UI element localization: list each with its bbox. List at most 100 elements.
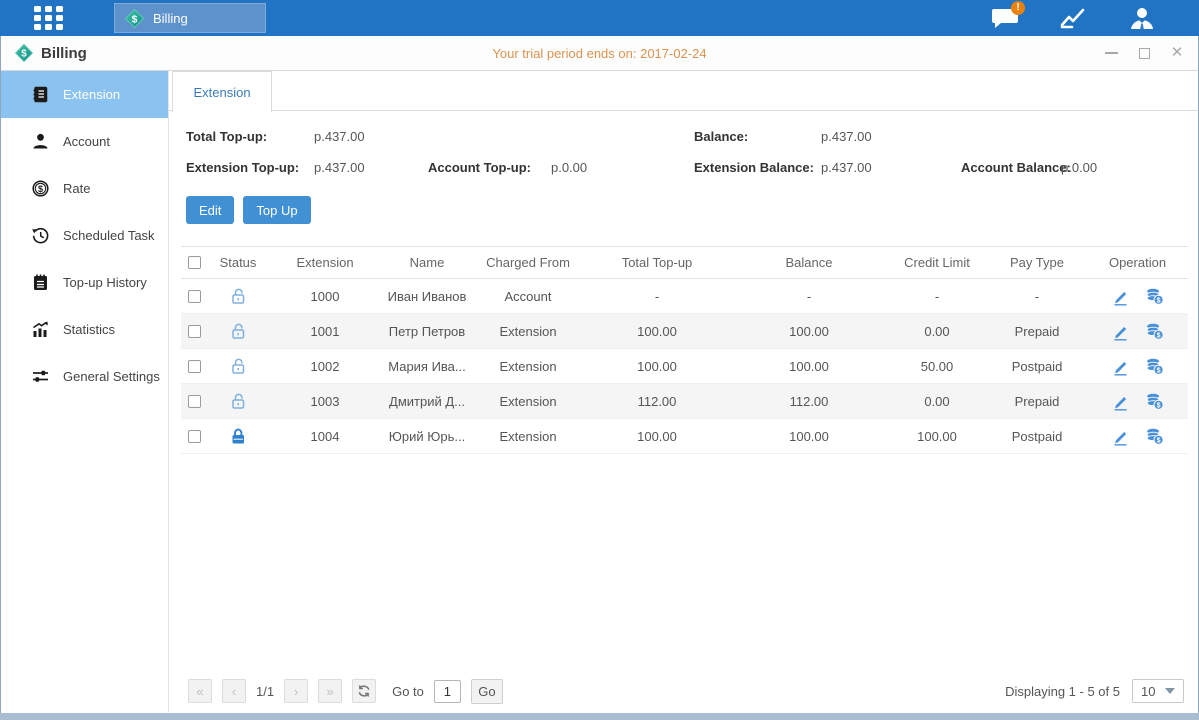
sidebar-item-rate[interactable]: $ Rate (1, 165, 168, 212)
lock-open-icon (229, 287, 247, 305)
tab-strip: Extension (169, 71, 1198, 111)
cell-total-topup: 100.00 (583, 429, 731, 444)
edit-pencil-icon[interactable] (1111, 287, 1130, 306)
sidebar-item-scheduled-task[interactable]: Scheduled Task (1, 212, 168, 259)
cell-charged-from: Extension (473, 324, 583, 339)
next-page-button[interactable]: › (284, 679, 308, 703)
svg-text:$: $ (21, 49, 27, 60)
cell-pay-type: - (987, 289, 1087, 304)
sidebar-item-extension[interactable]: Extension (1, 71, 168, 118)
cell-credit-limit: - (887, 289, 987, 304)
prev-page-button[interactable]: ‹ (222, 679, 246, 703)
extension-topup-label: Extension Top-up: (186, 160, 299, 175)
rate-coin-icon: $ (31, 179, 50, 198)
refresh-icon[interactable] (352, 679, 376, 703)
first-page-button[interactable]: « (188, 679, 212, 703)
lock-open-icon (229, 357, 247, 375)
scheduled-clock-icon (31, 226, 50, 245)
taskbar-right: ! (989, 5, 1159, 31)
cell-name: Юрий Юрь... (381, 429, 473, 444)
cell-pay-type: Postpaid (987, 429, 1087, 444)
edit-button[interactable]: Edit (186, 196, 234, 224)
column-header-credit-limit: Credit Limit (887, 255, 987, 270)
tab-extension-label: Extension (193, 85, 250, 100)
billing-app-icon: $ (125, 9, 144, 28)
cell-credit-limit: 50.00 (887, 359, 987, 374)
pagination: « ‹ 1/1 › » Go to Go (188, 678, 503, 704)
column-header-name: Name (381, 255, 473, 270)
go-button[interactable]: Go (471, 679, 503, 704)
topup-coins-icon[interactable]: $ (1145, 322, 1164, 341)
cell-total-topup: 100.00 (583, 324, 731, 339)
main-panel: Extension Total Top-up: p.437.00 Balance… (169, 71, 1198, 712)
close-button[interactable]: ✕ (1170, 46, 1184, 60)
cell-extension: 1004 (269, 429, 381, 444)
account-topup-label: Account Top-up: (428, 160, 531, 175)
minimize-button[interactable] (1104, 46, 1118, 60)
sidebar-item-label: Account (63, 134, 110, 149)
sidebar-item-general-settings[interactable]: General Settings (1, 353, 168, 400)
topup-coins-icon[interactable]: $ (1145, 392, 1164, 411)
row-checkbox[interactable] (188, 395, 201, 408)
select-all-checkbox[interactable] (188, 256, 201, 269)
window-titlebar: $ Billing Your trial period ends on: 201… (1, 36, 1198, 71)
row-checkbox[interactable] (188, 360, 201, 373)
row-checkbox[interactable] (188, 325, 201, 338)
page-size-select[interactable]: 10 (1132, 679, 1184, 703)
notifications-icon[interactable]: ! (989, 5, 1023, 31)
billing-window: $ Billing Your trial period ends on: 201… (0, 36, 1199, 713)
maximize-button[interactable] (1137, 46, 1151, 60)
cell-balance: - (731, 289, 887, 304)
column-header-balance: Balance (731, 255, 887, 270)
row-checkbox[interactable] (188, 290, 201, 303)
topup-button[interactable]: Top Up (243, 196, 310, 224)
tab-extension[interactable]: Extension (172, 71, 272, 112)
topup-coins-icon[interactable]: $ (1145, 287, 1164, 306)
taskbar-billing-tab[interactable]: $ Billing (114, 3, 266, 33)
cell-total-topup: 100.00 (583, 359, 731, 374)
topup-coins-icon[interactable]: $ (1145, 357, 1164, 376)
extension-table: StatusExtensionNameCharged FromTotal Top… (181, 246, 1188, 454)
taskbar: $ Billing ! (0, 0, 1199, 36)
column-header-status: Status (207, 255, 269, 270)
extension-topup-value: p.437.00 (314, 160, 365, 175)
table-row: 1001Петр ПетровExtension100.00100.000.00… (181, 314, 1188, 349)
edit-pencil-icon[interactable] (1111, 322, 1130, 341)
account-balance-value: p.0.00 (1061, 160, 1097, 175)
cell-extension: 1000 (269, 289, 381, 304)
sidebar-item-top-up-history[interactable]: Top-up History (1, 259, 168, 306)
cell-pay-type: Postpaid (987, 359, 1087, 374)
sidebar: Extension Account $ Rate Scheduled TaskTop-u… (1, 71, 169, 712)
sidebar-item-account[interactable]: Account (1, 118, 168, 165)
cell-extension: 1001 (269, 324, 381, 339)
topup-ledger-icon (31, 273, 50, 292)
page-size-value: 10 (1141, 684, 1155, 699)
user-account-icon[interactable] (1125, 5, 1159, 31)
app-grid-icon[interactable] (34, 6, 72, 30)
edit-pencil-icon[interactable] (1111, 392, 1130, 411)
topup-coins-icon[interactable]: $ (1145, 427, 1164, 446)
edit-pencil-icon[interactable] (1111, 357, 1130, 376)
extension-book-icon (31, 85, 50, 104)
svg-text:$: $ (38, 184, 43, 194)
cell-credit-limit: 0.00 (887, 324, 987, 339)
chevron-down-icon (1165, 688, 1175, 694)
svg-text:$: $ (1157, 296, 1161, 304)
goto-page-input[interactable] (434, 680, 461, 703)
pagination-right: Displaying 1 - 5 of 5 10 (1005, 679, 1184, 703)
edit-pencil-icon[interactable] (1111, 427, 1130, 446)
goto-label: Go to (392, 684, 424, 699)
sidebar-item-statistics[interactable]: Statistics (1, 306, 168, 353)
account-person-icon (31, 132, 50, 151)
column-header-total-top-up: Total Top-up (583, 255, 731, 270)
cell-credit-limit: 100.00 (887, 429, 987, 444)
sidebar-item-label: Extension (63, 87, 120, 102)
lock-open-icon (229, 392, 247, 410)
sidebar-item-label: Rate (63, 181, 90, 196)
billing-window-icon: $ (15, 44, 33, 62)
last-page-button[interactable]: » (318, 679, 342, 703)
row-checkbox[interactable] (188, 430, 201, 443)
balance-label: Balance: (694, 129, 748, 144)
table-row: 1000Иван ИвановAccount----$ (181, 279, 1188, 314)
resource-monitor-icon[interactable] (1057, 5, 1091, 31)
